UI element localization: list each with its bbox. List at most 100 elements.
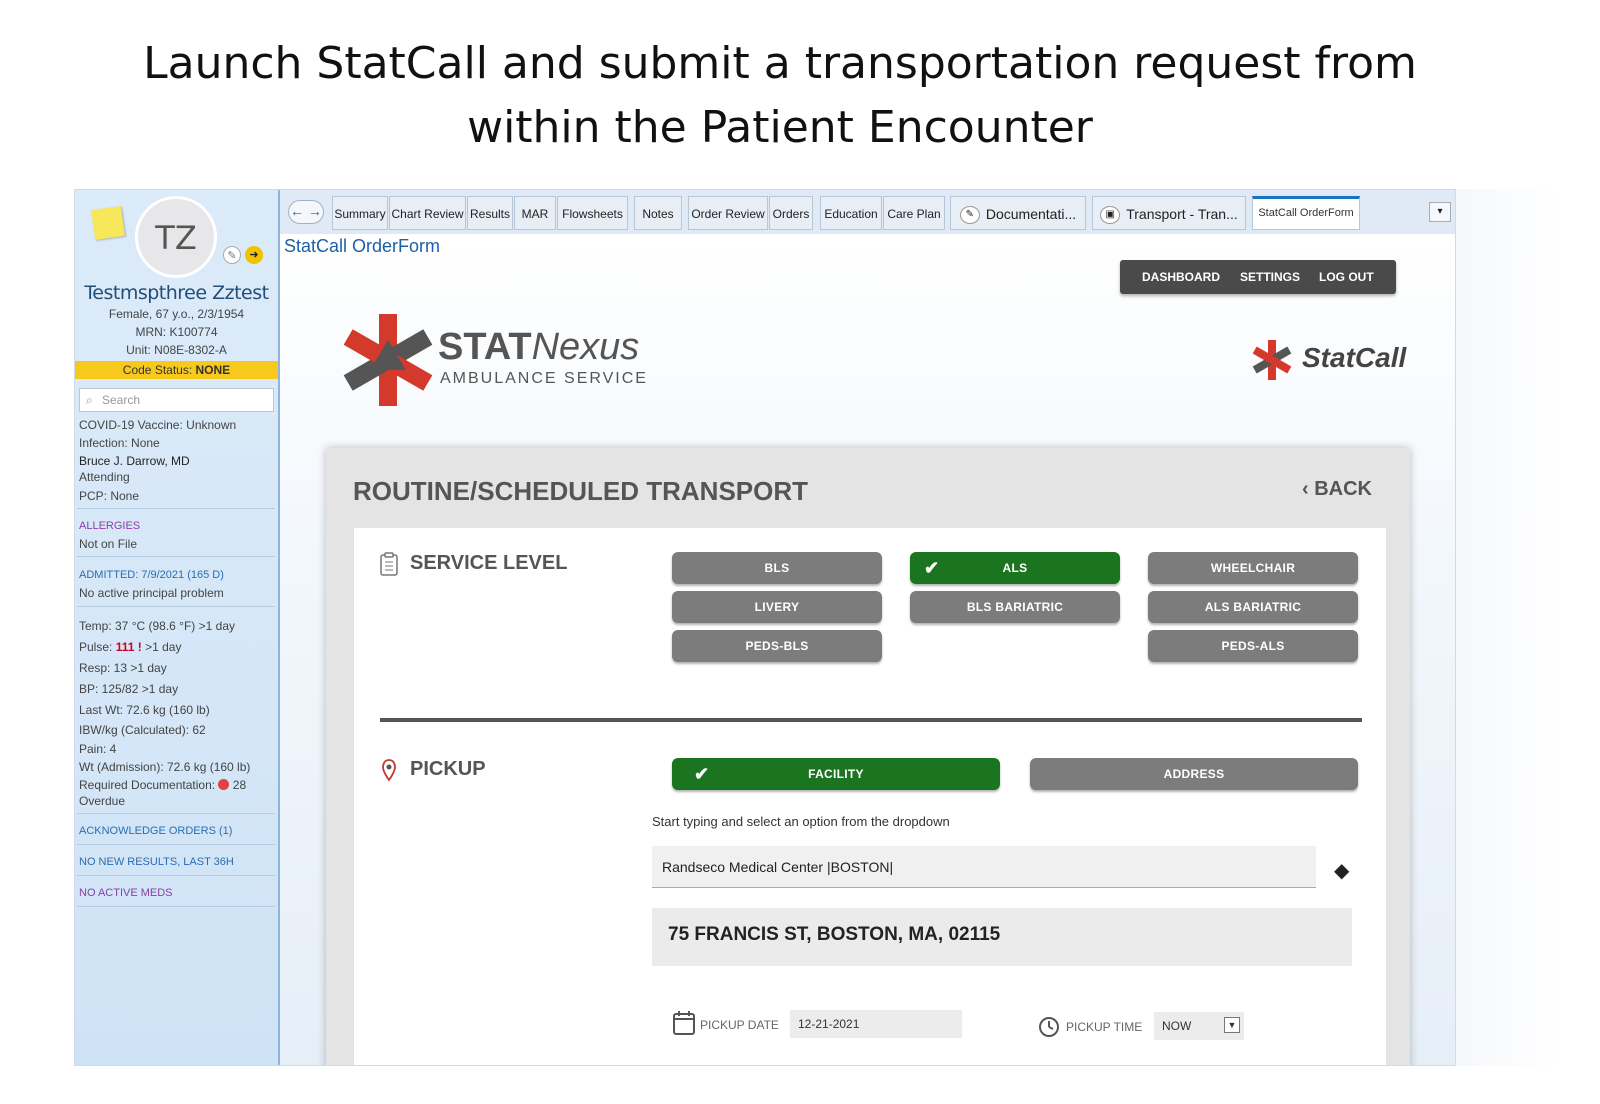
pcp[interactable]: PCP: None — [79, 489, 139, 503]
vital-pain[interactable]: Pain: 4 — [79, 742, 116, 756]
map-pin-icon — [382, 759, 396, 782]
tab-chart-review[interactable]: Chart Review — [389, 196, 466, 230]
chevron-down-icon[interactable]: ▼ — [1224, 1017, 1240, 1033]
sidebar-divider — [77, 906, 275, 907]
service-level-label: SERVICE LEVEL — [410, 552, 568, 574]
slide-title: Launch StatCall and submit a transportat… — [0, 32, 1560, 160]
facility-search-input[interactable] — [652, 846, 1316, 888]
sidebar-divider — [77, 844, 275, 845]
logo-nexus-text: Nexus — [531, 326, 640, 368]
vital-wt-admission[interactable]: Wt (Admission): 72.6 kg (160 lb) — [79, 760, 250, 774]
req-doc-count: 28 — [232, 778, 247, 792]
tab-care-plan[interactable]: Care Plan — [883, 196, 945, 230]
search-icon: ⌕ — [86, 393, 93, 407]
logout-link[interactable]: LOG OUT — [1319, 270, 1374, 284]
no-new-results-link[interactable]: NO NEW RESULTS, LAST 36H — [79, 856, 234, 868]
form-title: ROUTINE/SCHEDULED TRANSPORT — [353, 476, 809, 506]
vital-pulse[interactable]: Pulse: 111 ! >1 day — [79, 640, 181, 654]
vital-resp[interactable]: Resp: 13 >1 day — [79, 661, 167, 675]
tab-mar[interactable]: MAR — [514, 196, 556, 230]
tab-menu-dropdown[interactable]: ▾ — [1429, 202, 1451, 222]
sidebar-search[interactable]: ⌕ Search — [79, 388, 274, 412]
dashboard-link[interactable]: DASHBOARD — [1142, 270, 1220, 284]
vital-temp[interactable]: Temp: 37 °C (98.6 °F) >1 day — [79, 619, 235, 633]
patient-name[interactable]: Testmspthree Zztest — [75, 282, 278, 304]
pickup-date-input[interactable] — [790, 1010, 962, 1038]
tab-education[interactable]: Education — [820, 196, 882, 230]
service-bls-button[interactable]: BLS — [672, 552, 882, 584]
tab-orders[interactable]: Orders — [769, 196, 813, 230]
sticky-note-icon[interactable] — [91, 206, 125, 240]
tab-order-review[interactable]: Order Review — [688, 196, 768, 230]
tab-transport-label: Transport - Tran... — [1126, 206, 1238, 222]
tab-documentation-label: Documentati... — [985, 206, 1077, 222]
settings-link[interactable]: SETTINGS — [1240, 270, 1300, 284]
vital-ibw[interactable]: IBW/kg (Calculated): 62 — [79, 723, 206, 737]
logo-stat-text: STAT — [438, 326, 532, 368]
sidebar-divider — [77, 813, 275, 814]
overdue-label: Overdue — [79, 794, 126, 808]
service-peds-bls-button[interactable]: PEDS-BLS — [672, 630, 882, 662]
flag-icon[interactable]: ➜ — [245, 246, 263, 264]
slide-title-line-2: within the Patient Encounter — [467, 102, 1093, 153]
section-divider — [380, 718, 1362, 722]
service-peds-als-button[interactable]: PEDS-ALS — [1148, 630, 1358, 662]
pickup-time-select[interactable]: NOW ▼ — [1154, 1012, 1244, 1040]
no-active-meds-link[interactable]: NO ACTIVE MEDS — [79, 887, 173, 899]
documentation-icon: ✎ — [959, 206, 980, 225]
patient-mrn: MRN: K100774 — [135, 325, 218, 339]
attending-name[interactable]: Bruce J. Darrow, MD — [79, 454, 190, 468]
vital-bp[interactable]: BP: 125/82 >1 day — [79, 682, 178, 696]
service-als-bariatric-button[interactable]: ALS BARIATRIC — [1148, 591, 1358, 623]
pickup-label: PICKUP — [410, 758, 486, 780]
code-status-badge[interactable]: Code Status: NONE — [75, 361, 278, 379]
avatar[interactable]: TZ — [135, 196, 217, 278]
calendar-icon[interactable] — [672, 1010, 696, 1036]
pickup-time-value: NOW — [1162, 1019, 1192, 1033]
edit-photo-icon[interactable]: ✎ — [223, 246, 241, 264]
service-livery-button[interactable]: LIVERY — [672, 591, 882, 623]
infection[interactable]: Infection: None — [79, 436, 160, 450]
tab-statcall-orderform[interactable]: StatCall OrderForm — [1252, 196, 1360, 230]
tab-results[interactable]: Results — [467, 196, 513, 230]
star-of-life-icon — [343, 314, 433, 406]
check-icon: ✔ — [694, 764, 710, 784]
tab-transport[interactable]: ▣ Transport - Tran... — [1092, 196, 1246, 230]
pulse-label: Pulse: — [79, 640, 113, 654]
service-als-button[interactable]: ✔ ALS — [910, 552, 1120, 584]
pulse-suffix: >1 day — [145, 640, 182, 654]
sidebar-divider — [77, 875, 275, 876]
back-button[interactable]: ‹ BACK — [1302, 478, 1372, 501]
covid-vaccine[interactable]: COVID-19 Vaccine: Unknown — [79, 418, 236, 432]
allergies-header[interactable]: ALLERGIES — [79, 520, 140, 532]
admitted-link[interactable]: ADMITTED: 7/9/2021 (165 D) — [79, 569, 224, 581]
allergies-value: Not on File — [79, 537, 138, 551]
abnormal-icon: ! — [137, 640, 142, 654]
tab-summary[interactable]: Summary — [332, 196, 388, 230]
back-forward-buttons[interactable]: ← → — [288, 200, 324, 224]
pickup-address-button[interactable]: ADDRESS — [1030, 758, 1358, 790]
transport-form-card: ROUTINE/SCHEDULED TRANSPORT ‹ BACK SERVI… — [326, 448, 1410, 1065]
acknowledge-orders-link[interactable]: ACKNOWLEDGE ORDERS (1) — [79, 825, 232, 837]
ambulance-service-text: AMBULANCE SERVICE — [440, 370, 648, 387]
tab-documentation[interactable]: ✎ Documentati... — [950, 196, 1086, 230]
statnexus-logo: STATNexus AMBULANCE SERVICE — [340, 312, 646, 412]
tab-notes[interactable]: Notes — [634, 196, 682, 230]
tab-flowsheets[interactable]: Flowsheets — [557, 196, 628, 230]
pickup-time-label: PICKUP TIME — [1066, 1020, 1143, 1034]
pickup-address-text: 75 FRANCIS ST, BOSTON, MA, 02115 — [668, 924, 1001, 945]
clock-icon — [1039, 1017, 1059, 1037]
eraser-icon[interactable]: ◆ — [1334, 858, 1349, 883]
activity-title: StatCall OrderForm — [284, 236, 441, 256]
required-documentation[interactable]: Required Documentation: 28 — [79, 778, 246, 792]
statnexus-wordmark: STATNexus — [438, 326, 639, 369]
service-bls-bariatric-button[interactable]: BLS BARIATRIC — [910, 591, 1120, 623]
pickup-facility-button[interactable]: ✔ FACILITY — [672, 758, 1000, 790]
pulse-value: 111 — [115, 640, 135, 654]
sidebar-divider — [77, 508, 275, 509]
service-wheelchair-button[interactable]: WHEELCHAIR — [1148, 552, 1358, 584]
slide-background-edge — [1456, 189, 1560, 1066]
pickup-address-display: 75 FRANCIS ST, BOSTON, MA, 02115 — [652, 908, 1352, 966]
form-body: SERVICE LEVEL BLS ✔ ALS WHEELCHAIR LIVER… — [354, 528, 1386, 1065]
vital-last-wt[interactable]: Last Wt: 72.6 kg (160 lb) — [79, 703, 210, 717]
